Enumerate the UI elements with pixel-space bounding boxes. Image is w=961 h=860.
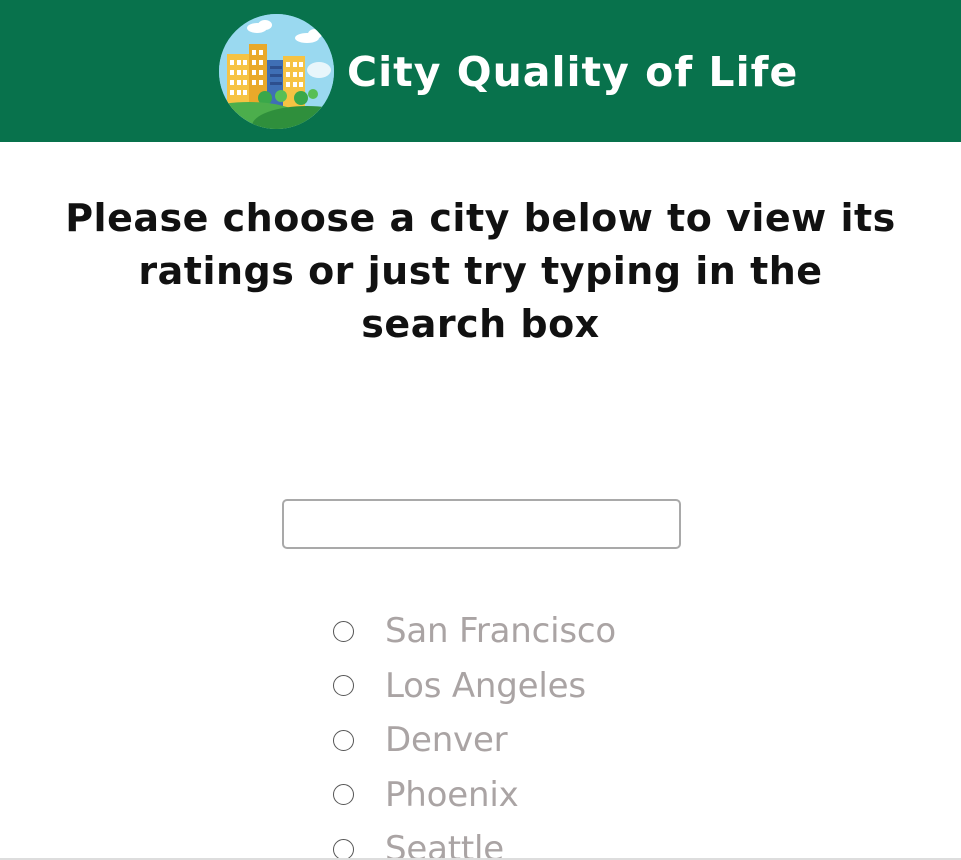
radio-button[interactable] (333, 784, 354, 806)
app-title: City Quality of Life (347, 48, 799, 96)
city-option-san-francisco[interactable]: San Francisco (333, 604, 616, 659)
instruction-heading: Please choose a city below to view its r… (65, 196, 896, 346)
city-label[interactable]: San Francisco (385, 611, 616, 651)
page: City Quality of Life Please choose a cit… (0, 0, 961, 860)
city-label[interactable]: Seattle (385, 829, 504, 860)
city-option-seattle[interactable]: Seattle (333, 822, 616, 860)
city-skyline-icon (219, 14, 334, 129)
app-header: City Quality of Life (0, 0, 961, 142)
city-option-phoenix[interactable]: Phoenix (333, 768, 616, 823)
radio-button[interactable] (333, 675, 354, 697)
city-option-los-angeles[interactable]: Los Angeles (333, 659, 616, 714)
city-option-denver[interactable]: Denver (333, 713, 616, 768)
radio-button[interactable] (333, 620, 354, 642)
city-label[interactable]: Los Angeles (385, 666, 586, 706)
search-input[interactable] (282, 499, 681, 549)
city-label[interactable]: Phoenix (385, 775, 519, 815)
city-radio-list: San Francisco Los Angeles Denver Phoenix… (333, 604, 616, 860)
city-label[interactable]: Denver (385, 720, 508, 760)
radio-button[interactable] (333, 838, 354, 860)
radio-button[interactable] (333, 729, 354, 751)
